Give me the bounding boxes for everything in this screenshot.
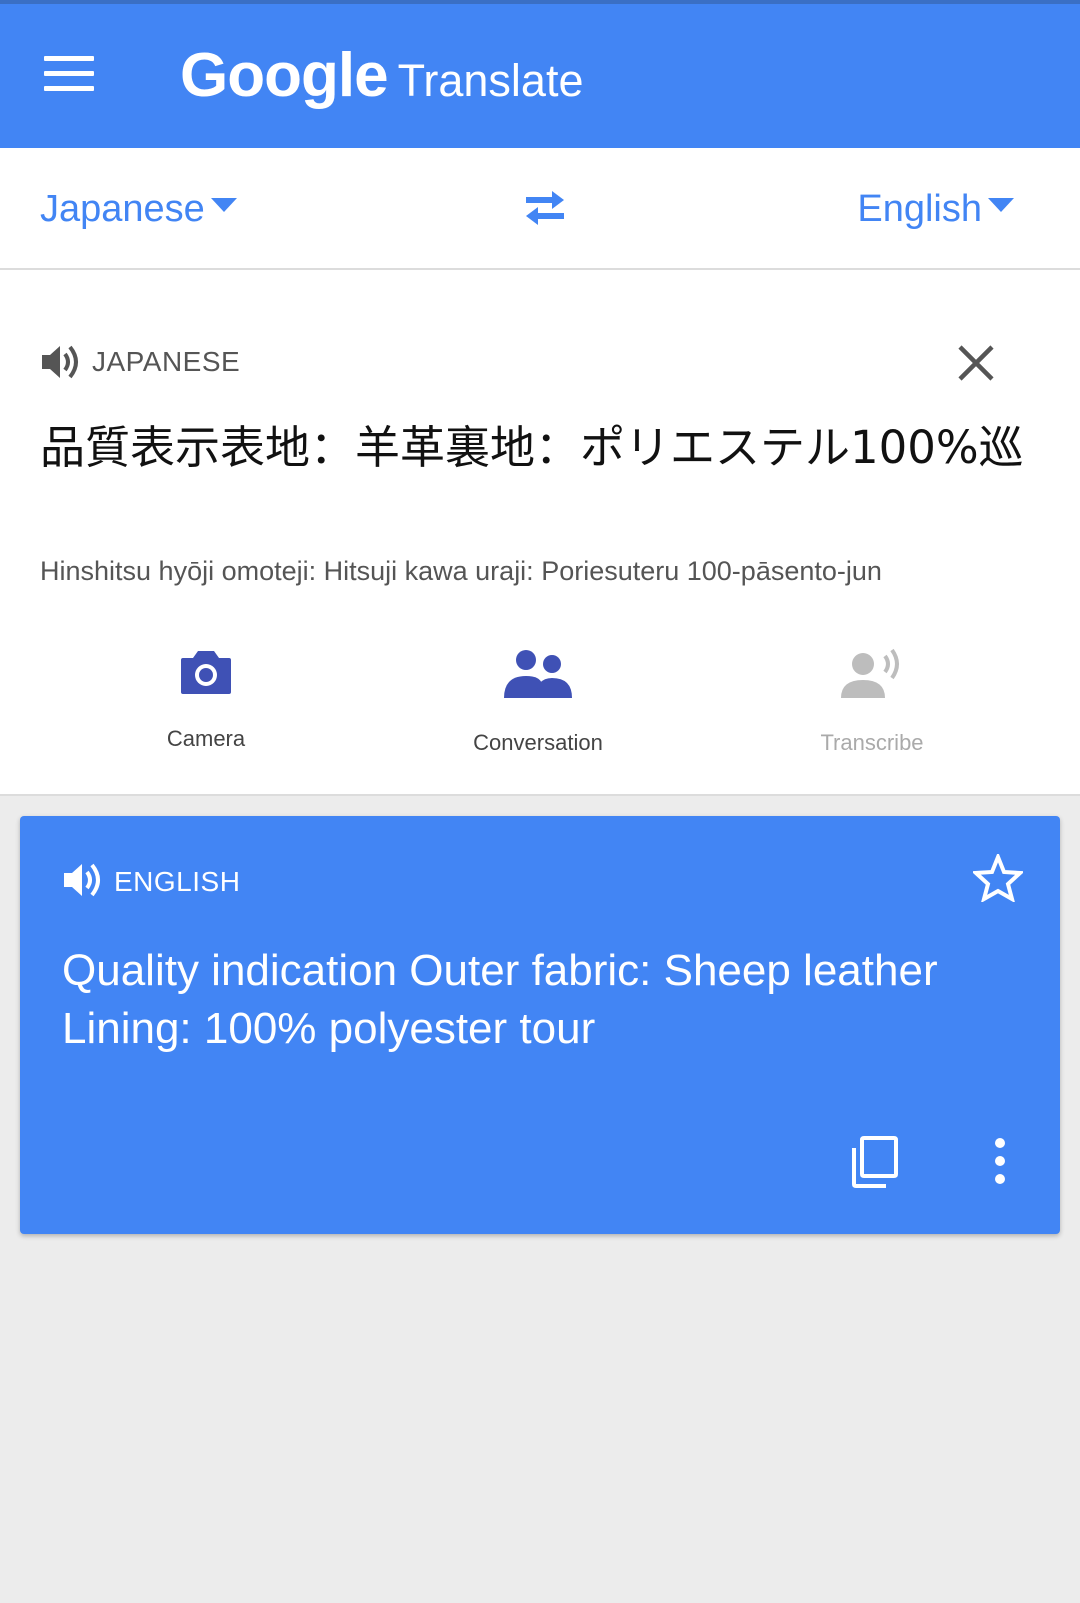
transcribe-button[interactable]: Transcribe: [782, 648, 962, 756]
source-language-heading: JAPANESE: [92, 346, 241, 377]
brand-google: Google: [180, 41, 389, 110]
source-romanization: Hinshitsu hyōji omoteji: Hitsuji kawa ur…: [40, 556, 882, 586]
close-icon[interactable]: [955, 342, 997, 384]
chevron-down-icon: [988, 197, 1014, 212]
language-bar: Japanese English: [0, 148, 1080, 270]
translation-text: Quality indication Outer fabric: Sheep l…: [62, 946, 938, 1053]
conversation-label: Conversation: [473, 730, 603, 755]
translation-card: ENGLISH Quality indication Outer fabric:…: [20, 816, 1060, 1234]
copy-icon[interactable]: [850, 1134, 900, 1190]
target-language-selector[interactable]: English: [857, 188, 1014, 231]
more-vert-icon[interactable]: [990, 1136, 1010, 1186]
translation-language-heading: ENGLISH: [114, 866, 241, 897]
speaker-icon[interactable]: [62, 860, 104, 900]
conversation-button[interactable]: Conversation: [448, 648, 628, 756]
brand-translate: Translate: [397, 55, 584, 106]
camera-label: Camera: [166, 726, 246, 751]
chevron-down-icon: [210, 197, 237, 212]
source-panel: JAPANESE 品質表示表地：羊革裏地：ポリエステル100%巡 Hinshit…: [0, 270, 1080, 796]
people-icon: [504, 650, 572, 698]
target-language-label: English: [857, 188, 982, 230]
speaker-icon[interactable]: [40, 342, 82, 382]
transcribe-label: Transcribe: [820, 730, 924, 755]
app-bar: Google Translate: [0, 0, 1080, 148]
swap-arrows-icon[interactable]: [520, 188, 570, 228]
source-language-selector[interactable]: Japanese: [40, 188, 237, 231]
camera-button[interactable]: Camera: [116, 648, 296, 752]
app-title: Google Translate: [180, 40, 583, 111]
hamburger-menu-icon[interactable]: [44, 56, 94, 96]
camera-icon: [181, 651, 231, 694]
source-language-label: Japanese: [40, 188, 205, 230]
star-outline-icon[interactable]: [973, 854, 1023, 902]
transcribe-icon: [841, 648, 899, 698]
source-text[interactable]: 品質表示表地：羊革裏地：ポリエステル100%巡: [40, 418, 1040, 478]
